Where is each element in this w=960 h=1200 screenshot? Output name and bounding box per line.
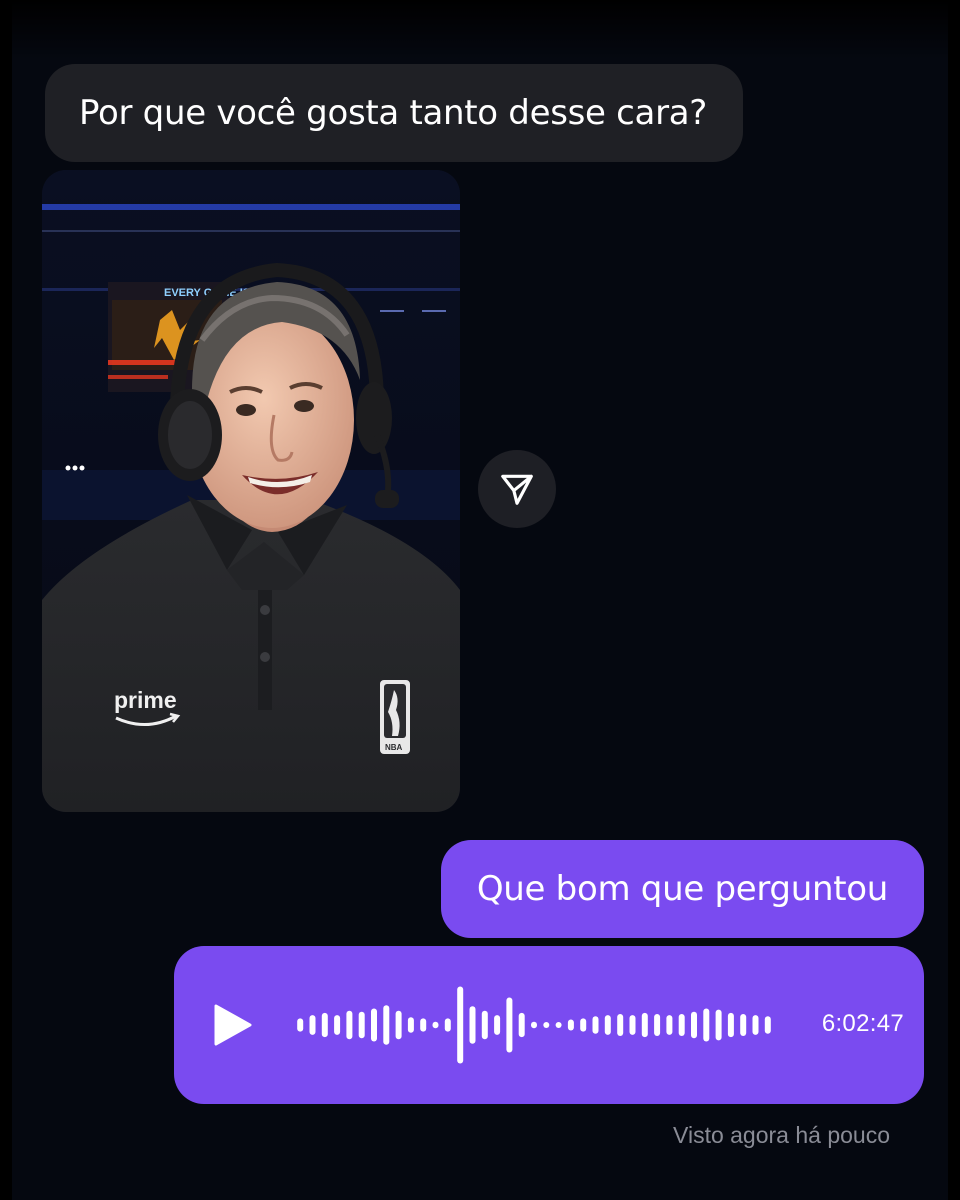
waveform-bar	[666, 1015, 673, 1035]
waveform-bar	[383, 1005, 390, 1045]
waveform-bar	[691, 1011, 697, 1039]
waveform-bar	[752, 1015, 759, 1035]
waveform-bar	[444, 1018, 451, 1032]
incoming-message-text: Por que você gosta tanto desse cara?	[79, 93, 708, 133]
voice-message[interactable]: 6:02:47	[174, 946, 924, 1104]
outgoing-message-bubble[interactable]: Que bom que perguntou	[440, 840, 924, 938]
waveform-bar	[555, 1022, 562, 1028]
waveform-bar	[727, 1012, 734, 1038]
waveform-bar	[740, 1014, 747, 1036]
waveform-bar	[604, 1015, 611, 1035]
waveform-bar	[567, 1019, 574, 1031]
shared-photo[interactable]: EVERY GAME IS A prime NBA	[42, 170, 460, 812]
waveform-bar	[764, 1016, 771, 1034]
waveform-bar	[678, 1014, 685, 1036]
outgoing-message-text: Que bom que perguntou	[476, 869, 888, 909]
waveform-bar	[457, 986, 464, 1064]
waveform-bar	[629, 1015, 636, 1035]
share-button[interactable]	[478, 450, 556, 528]
shirt-logo-text: prime	[114, 687, 177, 713]
waveform-bar	[346, 1010, 353, 1040]
waveform-bar	[531, 1021, 537, 1029]
waveform-bar	[371, 1008, 377, 1042]
waveform-bar	[407, 1017, 414, 1033]
waveform-bar	[420, 1018, 427, 1032]
waveform-bar	[469, 1006, 476, 1044]
waveform-bar	[518, 1012, 525, 1038]
waveform-bar	[617, 1014, 624, 1036]
waveform-bar	[334, 1015, 341, 1035]
waveform-bar	[432, 1021, 439, 1029]
waveform-bar	[309, 1015, 316, 1035]
waveform-bar	[358, 1011, 365, 1039]
voice-waveform[interactable]	[294, 970, 774, 1080]
nba-badge-text: NBA	[385, 743, 403, 752]
waveform-bar	[592, 1016, 599, 1034]
waveform-bar	[641, 1012, 648, 1038]
waveform-bar	[494, 1015, 501, 1035]
chat-screen: Por que você gosta tanto desse cara? EVE…	[12, 0, 948, 1200]
waveform-bar	[321, 1012, 328, 1038]
paper-plane-icon	[501, 474, 533, 505]
waveform-bar	[395, 1010, 402, 1040]
waveform-bar	[297, 1018, 304, 1032]
play-icon[interactable]	[212, 1004, 254, 1046]
incoming-message-bubble[interactable]: Por que você gosta tanto desse cara?	[45, 64, 744, 162]
commentator-photo: EVERY GAME IS A prime NBA	[42, 170, 460, 812]
top-shade	[12, 0, 948, 60]
waveform-bar	[715, 1009, 722, 1041]
waveform-bar	[543, 1022, 550, 1028]
seen-status: Visto agora há pouco	[673, 1122, 890, 1148]
waveform-bar	[506, 997, 513, 1053]
waveform-bar	[481, 1010, 488, 1040]
waveform-bar	[654, 1014, 661, 1036]
voice-duration: 6:02:47	[821, 1010, 904, 1037]
waveform-bar	[580, 1018, 587, 1032]
waveform-bar	[703, 1008, 710, 1042]
